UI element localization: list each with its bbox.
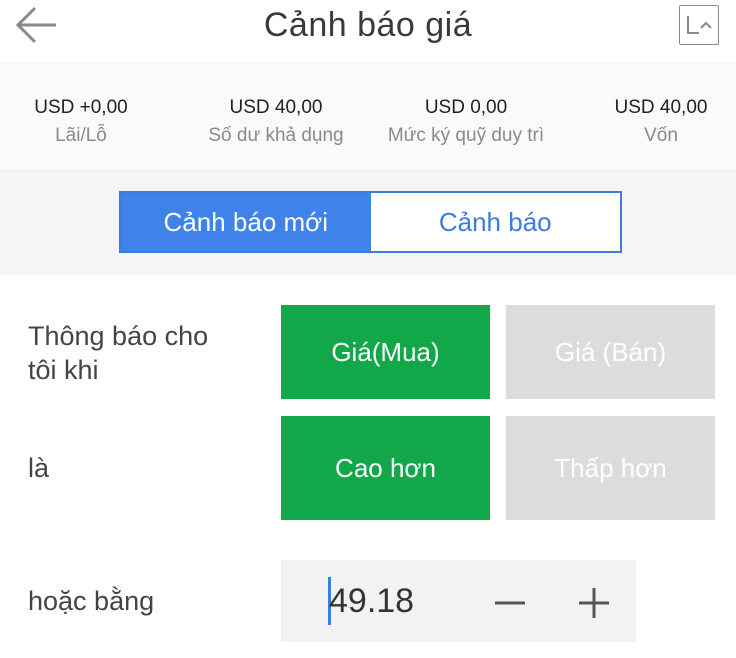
bid-price-button[interactable]: Giá(Mua): [281, 305, 490, 399]
tab-new-alert[interactable]: Cảnh báo mới: [121, 193, 371, 251]
alert-tabs: Cảnh báo mới Cảnh báo: [119, 191, 622, 253]
line-chart-icon: [687, 16, 712, 34]
alert-form: Thông báo cho tôi khi Giá(Mua) Giá (Bán)…: [0, 275, 736, 658]
summary-value: USD 40,00: [229, 97, 323, 118]
decrement-button[interactable]: [487, 576, 533, 626]
tabs-area: Cảnh báo mới Cảnh báo: [0, 171, 736, 275]
minus-icon: [495, 601, 525, 605]
tab-alerts[interactable]: Cảnh báo: [370, 193, 620, 251]
notify-label: Thông báo cho tôi khi: [28, 321, 209, 385]
summary-label: Lãi/Lỗ: [55, 125, 107, 146]
account-summary: USD +0,00 Lãi/Lỗ USD 40,00 Số dư khả dụn…: [0, 62, 736, 171]
summary-label: Vốn: [644, 125, 678, 146]
summary-label: Số dư khả dụng: [208, 125, 344, 146]
condition-label: là: [28, 453, 50, 483]
summary-equity: USD 40,00 Vốn: [586, 96, 736, 150]
or-equal-label: hoặc bằng: [28, 586, 155, 616]
summary-available-balance: USD 40,00 Số dư khả dụng: [186, 96, 366, 150]
chart-button[interactable]: [679, 5, 719, 45]
price-input[interactable]: 49.18: [329, 578, 414, 624]
page-title: Cảnh báo giá: [263, 6, 473, 44]
summary-value: USD 40,00: [614, 97, 708, 118]
summary-profit-loss: USD +0,00 Lãi/Lỗ: [6, 96, 156, 150]
lower-than-button[interactable]: Thấp hơn: [506, 416, 715, 520]
summary-value: USD 0,00: [424, 97, 508, 118]
price-stepper: 49.18: [281, 560, 636, 642]
ask-price-button[interactable]: Giá (Bán): [506, 305, 715, 399]
summary-maintenance-margin: USD 0,00 Mức ký quỹ duy trì: [376, 96, 556, 150]
plus-icon: [579, 588, 609, 618]
summary-label: Mức ký quỹ duy trì: [387, 125, 545, 146]
header: Cảnh báo giá: [0, 0, 736, 62]
higher-than-button[interactable]: Cao hơn: [281, 416, 490, 520]
increment-button[interactable]: [571, 576, 617, 626]
summary-value: USD +0,00: [34, 97, 128, 118]
